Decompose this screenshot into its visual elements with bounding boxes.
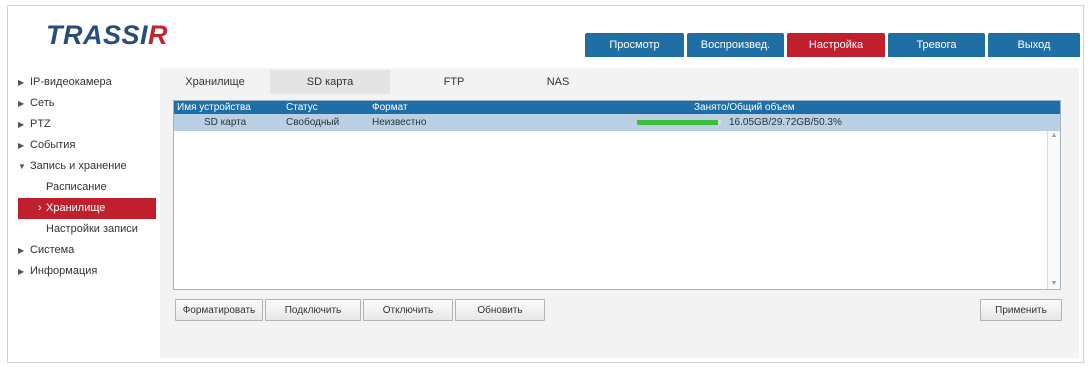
sidebar-item-ip-camera[interactable]: ▶ IP-видеокамера <box>18 72 158 93</box>
collapse-arrow-icon: ▼ <box>18 162 26 171</box>
action-buttons: Форматировать Подключить Отключить Обнов… <box>175 299 547 321</box>
cell-format: Неизвестно <box>372 117 427 128</box>
sidebar-item-events[interactable]: ▶ События <box>18 135 158 156</box>
storage-table: Имя устройства Статус Формат Занято/Общи… <box>173 100 1061 290</box>
main-content: Хранилище SD карта FTP NAS Имя устройств… <box>160 68 1079 358</box>
column-header: Занято/Общий объем <box>694 102 795 113</box>
sidebar-subitem-schedule[interactable]: Расписание <box>18 177 158 198</box>
sidebar-item-label: Расписание <box>46 181 107 193</box>
scroll-up-icon[interactable]: ▲ <box>1048 131 1060 141</box>
subtab-ftp[interactable]: FTP <box>390 70 518 94</box>
expand-arrow-icon: ▶ <box>18 246 25 255</box>
column-header: Имя устройства <box>177 102 251 113</box>
trassir-logo: TRASSIR <box>46 20 169 50</box>
active-marker-icon: › <box>38 202 42 214</box>
table-row[interactable]: SD карта Свободный Неизвестно 16.05GB/29… <box>174 114 1060 131</box>
format-button[interactable]: Форматировать <box>175 299 263 321</box>
sidebar-item-label: IP-видеокамера <box>30 76 112 88</box>
sidebar-item-label: Хранилище <box>46 202 106 214</box>
update-button[interactable]: Обновить <box>455 299 545 321</box>
usage-progress-bar <box>637 120 721 125</box>
cell-status: Свободный <box>286 117 340 128</box>
sidebar-item-label: PTZ <box>30 118 51 130</box>
sidebar-item-network[interactable]: ▶ Сеть <box>18 93 158 114</box>
sidebar-item-system[interactable]: ▶ Система <box>18 240 158 261</box>
sidebar-item-recording-storage[interactable]: ▼ Запись и хранение <box>18 156 158 177</box>
cell-device-name: SD карта <box>204 117 247 128</box>
usage-progress-fill <box>637 120 719 125</box>
tab-alarm[interactable]: Тревога <box>888 33 985 57</box>
expand-arrow-icon: ▶ <box>18 99 25 108</box>
sidebar-item-label: Система <box>30 244 75 256</box>
expand-arrow-icon: ▶ <box>18 141 25 150</box>
cell-usage: 16.05GB/29.72GB/50.3% <box>729 117 842 128</box>
table-header: Имя устройства Статус Формат Занято/Общи… <box>174 101 1060 114</box>
sidebar-subitem-record-settings[interactable]: Настройки записи <box>18 219 158 240</box>
tab-preview[interactable]: Просмотр <box>585 33 684 57</box>
subtab-storage[interactable]: Хранилище <box>160 70 270 94</box>
scroll-down-icon[interactable]: ▼ <box>1048 279 1060 289</box>
apply-button[interactable]: Применить <box>980 299 1062 321</box>
sidebar-item-label: Запись и хранение <box>30 160 127 172</box>
table-scrollbar[interactable]: ▲ ▼ <box>1047 131 1060 289</box>
tab-logout[interactable]: Выход <box>988 33 1080 57</box>
column-header: Статус <box>286 102 318 113</box>
expand-arrow-icon: ▶ <box>18 267 25 276</box>
unmount-button[interactable]: Отключить <box>363 299 453 321</box>
subtab-nas[interactable]: NAS <box>518 70 598 94</box>
storage-subtabs: Хранилище SD карта FTP NAS <box>160 70 598 94</box>
tab-settings[interactable]: Настройка <box>787 33 885 57</box>
sidebar-item-label: Сеть <box>30 97 55 109</box>
column-header: Формат <box>372 102 408 113</box>
sidebar-item-label: Настройки записи <box>46 223 138 235</box>
sidebar-item-label: Информация <box>30 265 98 277</box>
sidebar-item-information[interactable]: ▶ Информация <box>18 261 158 282</box>
sidebar-subitem-storage[interactable]: › Хранилище <box>18 198 156 219</box>
mount-button[interactable]: Подключить <box>265 299 361 321</box>
sidebar-item-label: События <box>30 139 76 151</box>
top-nav: Просмотр Воспроизвед. Настройка Тревога … <box>585 33 1083 57</box>
sidebar-item-ptz[interactable]: ▶ PTZ <box>18 114 158 135</box>
expand-arrow-icon: ▶ <box>18 78 25 87</box>
expand-arrow-icon: ▶ <box>18 120 25 129</box>
subtab-sd-card[interactable]: SD карта <box>270 70 390 94</box>
sidebar: ▶ IP-видеокамера ▶ Сеть ▶ PTZ ▶ События ▼ Зап… <box>18 72 158 282</box>
tab-playback[interactable]: Воспроизвед. <box>687 33 784 57</box>
